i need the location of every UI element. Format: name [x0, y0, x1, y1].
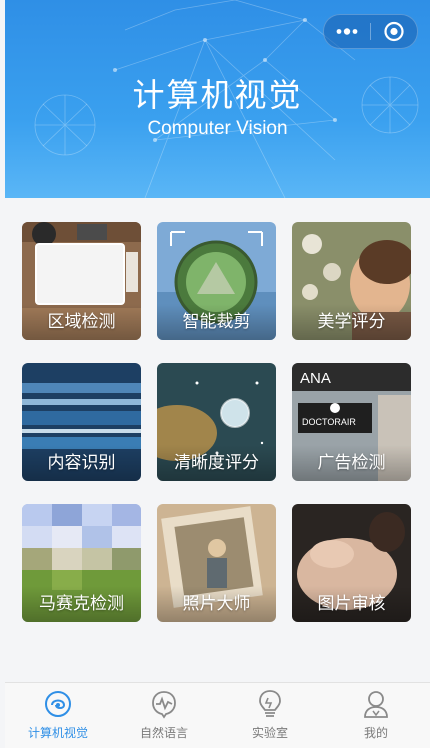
more-dots-icon	[336, 28, 358, 35]
feature-card-image-review[interactable]: 图片审核	[292, 504, 411, 622]
feature-card-region-detect[interactable]: 区域检测	[22, 222, 141, 340]
feature-label: 照片大师	[157, 586, 276, 622]
feature-grid: 区域检测 智能裁剪 美学评分 内容识别 清晰度评分 ANA DOCTORAIR …	[22, 222, 412, 622]
feature-label: 清晰度评分	[157, 445, 276, 481]
feature-label: 智能裁剪	[157, 304, 276, 340]
ad-brand-text: DOCTORAIR	[302, 417, 356, 427]
tab-label: 实验室	[251, 726, 288, 740]
feature-card-mosaic-detect[interactable]: 马赛克检测	[22, 504, 141, 622]
tab-natural-language[interactable]: 自然语言	[111, 683, 217, 748]
page-title: 计算机视觉	[132, 76, 303, 114]
feature-label: 广告检测	[292, 445, 411, 481]
feature-label: 图片审核	[292, 586, 411, 622]
feature-card-ad-detect[interactable]: ANA DOCTORAIR 广告检测	[292, 363, 411, 481]
feature-card-clarity-score[interactable]: 清晰度评分	[157, 363, 276, 481]
mini-program-capsule	[323, 14, 418, 49]
feature-card-content-recognition[interactable]: 内容识别	[22, 363, 141, 481]
feature-label: 区域检测	[22, 304, 141, 340]
feature-label: 内容识别	[22, 445, 141, 481]
tab-computer-vision[interactable]: 计算机视觉	[5, 683, 111, 748]
hero-banner: 计算机视觉 Computer Vision	[5, 0, 430, 198]
tab-lab[interactable]: 实验室	[217, 683, 323, 748]
speech-wave-icon	[152, 691, 176, 719]
page-subtitle: Computer Vision	[147, 118, 288, 139]
user-icon	[364, 691, 388, 718]
feature-label: 马赛克检测	[22, 586, 141, 622]
feature-card-aesthetic-score[interactable]: 美学评分	[292, 222, 411, 340]
target-close-icon	[384, 21, 404, 42]
tab-label: 自然语言	[139, 726, 188, 740]
feature-label: 美学评分	[292, 304, 411, 340]
feature-card-photo-master[interactable]: 照片大师	[157, 504, 276, 622]
tab-label: 我的	[363, 726, 388, 740]
tab-bar: 计算机视觉 自然语言 实验室 我的	[5, 682, 430, 748]
eye-swirl-icon	[45, 691, 71, 717]
close-button[interactable]	[371, 15, 417, 48]
tab-mine[interactable]: 我的	[323, 683, 429, 748]
ad-top-text: ANA	[300, 370, 331, 387]
more-button[interactable]	[324, 15, 370, 48]
bulb-icon	[259, 690, 281, 717]
feature-card-smart-crop[interactable]: 智能裁剪	[157, 222, 276, 340]
tab-label: 计算机视觉	[27, 726, 88, 740]
